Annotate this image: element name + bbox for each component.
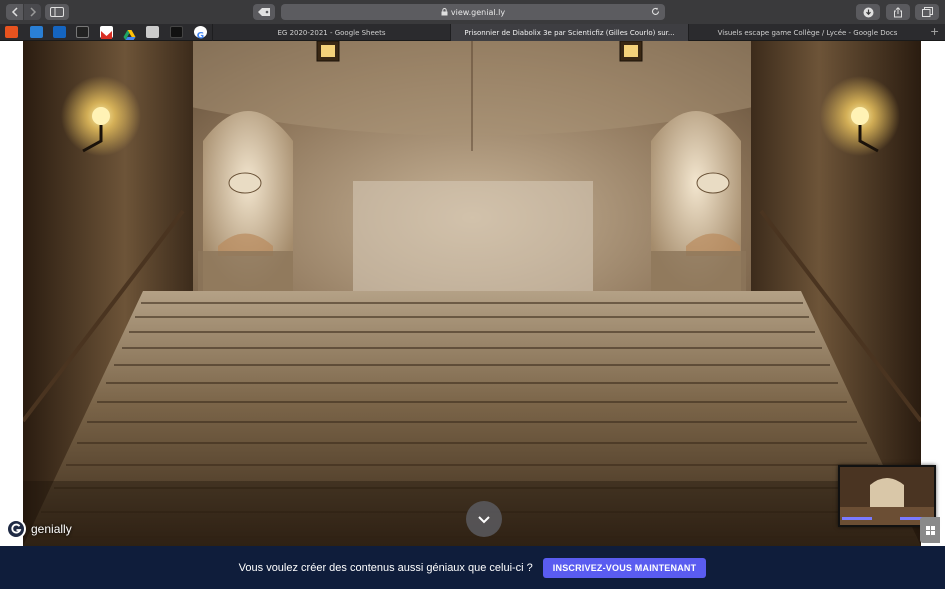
grid-icon [925,525,935,535]
banner-text: Vous voulez créer des contenus aussi gén… [238,561,533,574]
scroll-down-button[interactable] [466,501,502,537]
thumbnail-image [840,467,934,525]
bookmark-blue-icon[interactable] [30,26,43,38]
tag-icon [258,8,270,16]
downloads-button[interactable] [856,4,880,20]
thumbnail-menu-button[interactable] [920,517,940,543]
bookmark-google-icon[interactable]: G [194,26,207,42]
download-icon [863,7,873,17]
bookmark-outlook-icon[interactable] [53,26,66,38]
bookmark-orange-icon[interactable] [5,26,18,38]
url-text: view.genial.ly [450,7,506,17]
tab-overview-button[interactable] [915,4,939,20]
back-button[interactable] [6,4,23,20]
tab-genially-active[interactable]: Prisonnier de Diabolix 3e par Scienticfi… [450,24,688,41]
presentation-stage [23,41,921,546]
bookmark-dark-icon[interactable] [170,26,183,38]
tab-google-sheets[interactable]: EG 2020-2021 - Google Sheets [212,24,450,41]
reload-icon[interactable] [651,7,660,16]
tab-google-docs[interactable]: Visuels escape game Collège / Lycée - Go… [688,24,926,41]
bookmark-gmail-icon[interactable] [100,26,113,39]
share-icon [894,6,902,17]
sidebar-toggle-button[interactable] [45,4,69,20]
share-button[interactable] [886,4,910,20]
signup-button[interactable]: INSCRIVEZ-VOUS MAINTENANT [542,557,707,578]
svg-text:G: G [197,32,204,42]
chevron-down-icon [478,515,490,523]
tab-strip: G EG 2020-2021 - Google Sheets Prisonnie… [0,24,945,42]
sidebar-icon [50,7,64,17]
address-bar[interactable]: view.genial.ly [281,4,665,20]
genially-logo-icon [6,519,26,539]
tab-label: Prisonnier de Diabolix 3e par Scienticfi… [464,28,675,37]
browser-toolbar: view.genial.ly [0,0,945,24]
tab-label: Visuels escape game Collège / Lycée - Go… [717,28,898,37]
chevron-right-icon [29,7,36,17]
signup-banner: Vous voulez créer des contenus aussi gén… [0,546,945,589]
bookmark-drive-icon[interactable] [123,26,136,40]
forward-button[interactable] [24,4,41,20]
stone-staircase-image [23,41,921,546]
tab-label: EG 2020-2021 - Google Sheets [277,28,386,37]
bookmark-grey-icon[interactable] [146,26,159,38]
tabs-icon [921,7,933,17]
lock-icon [441,8,448,16]
brand-name: genially [31,522,72,536]
bookmark-fx-icon[interactable] [76,26,89,38]
page-content: genially [0,41,945,546]
chevron-left-icon [11,7,18,17]
genially-brand[interactable]: genially [6,519,72,539]
tag-button[interactable] [253,4,275,20]
new-tab-button[interactable]: + [930,25,939,38]
